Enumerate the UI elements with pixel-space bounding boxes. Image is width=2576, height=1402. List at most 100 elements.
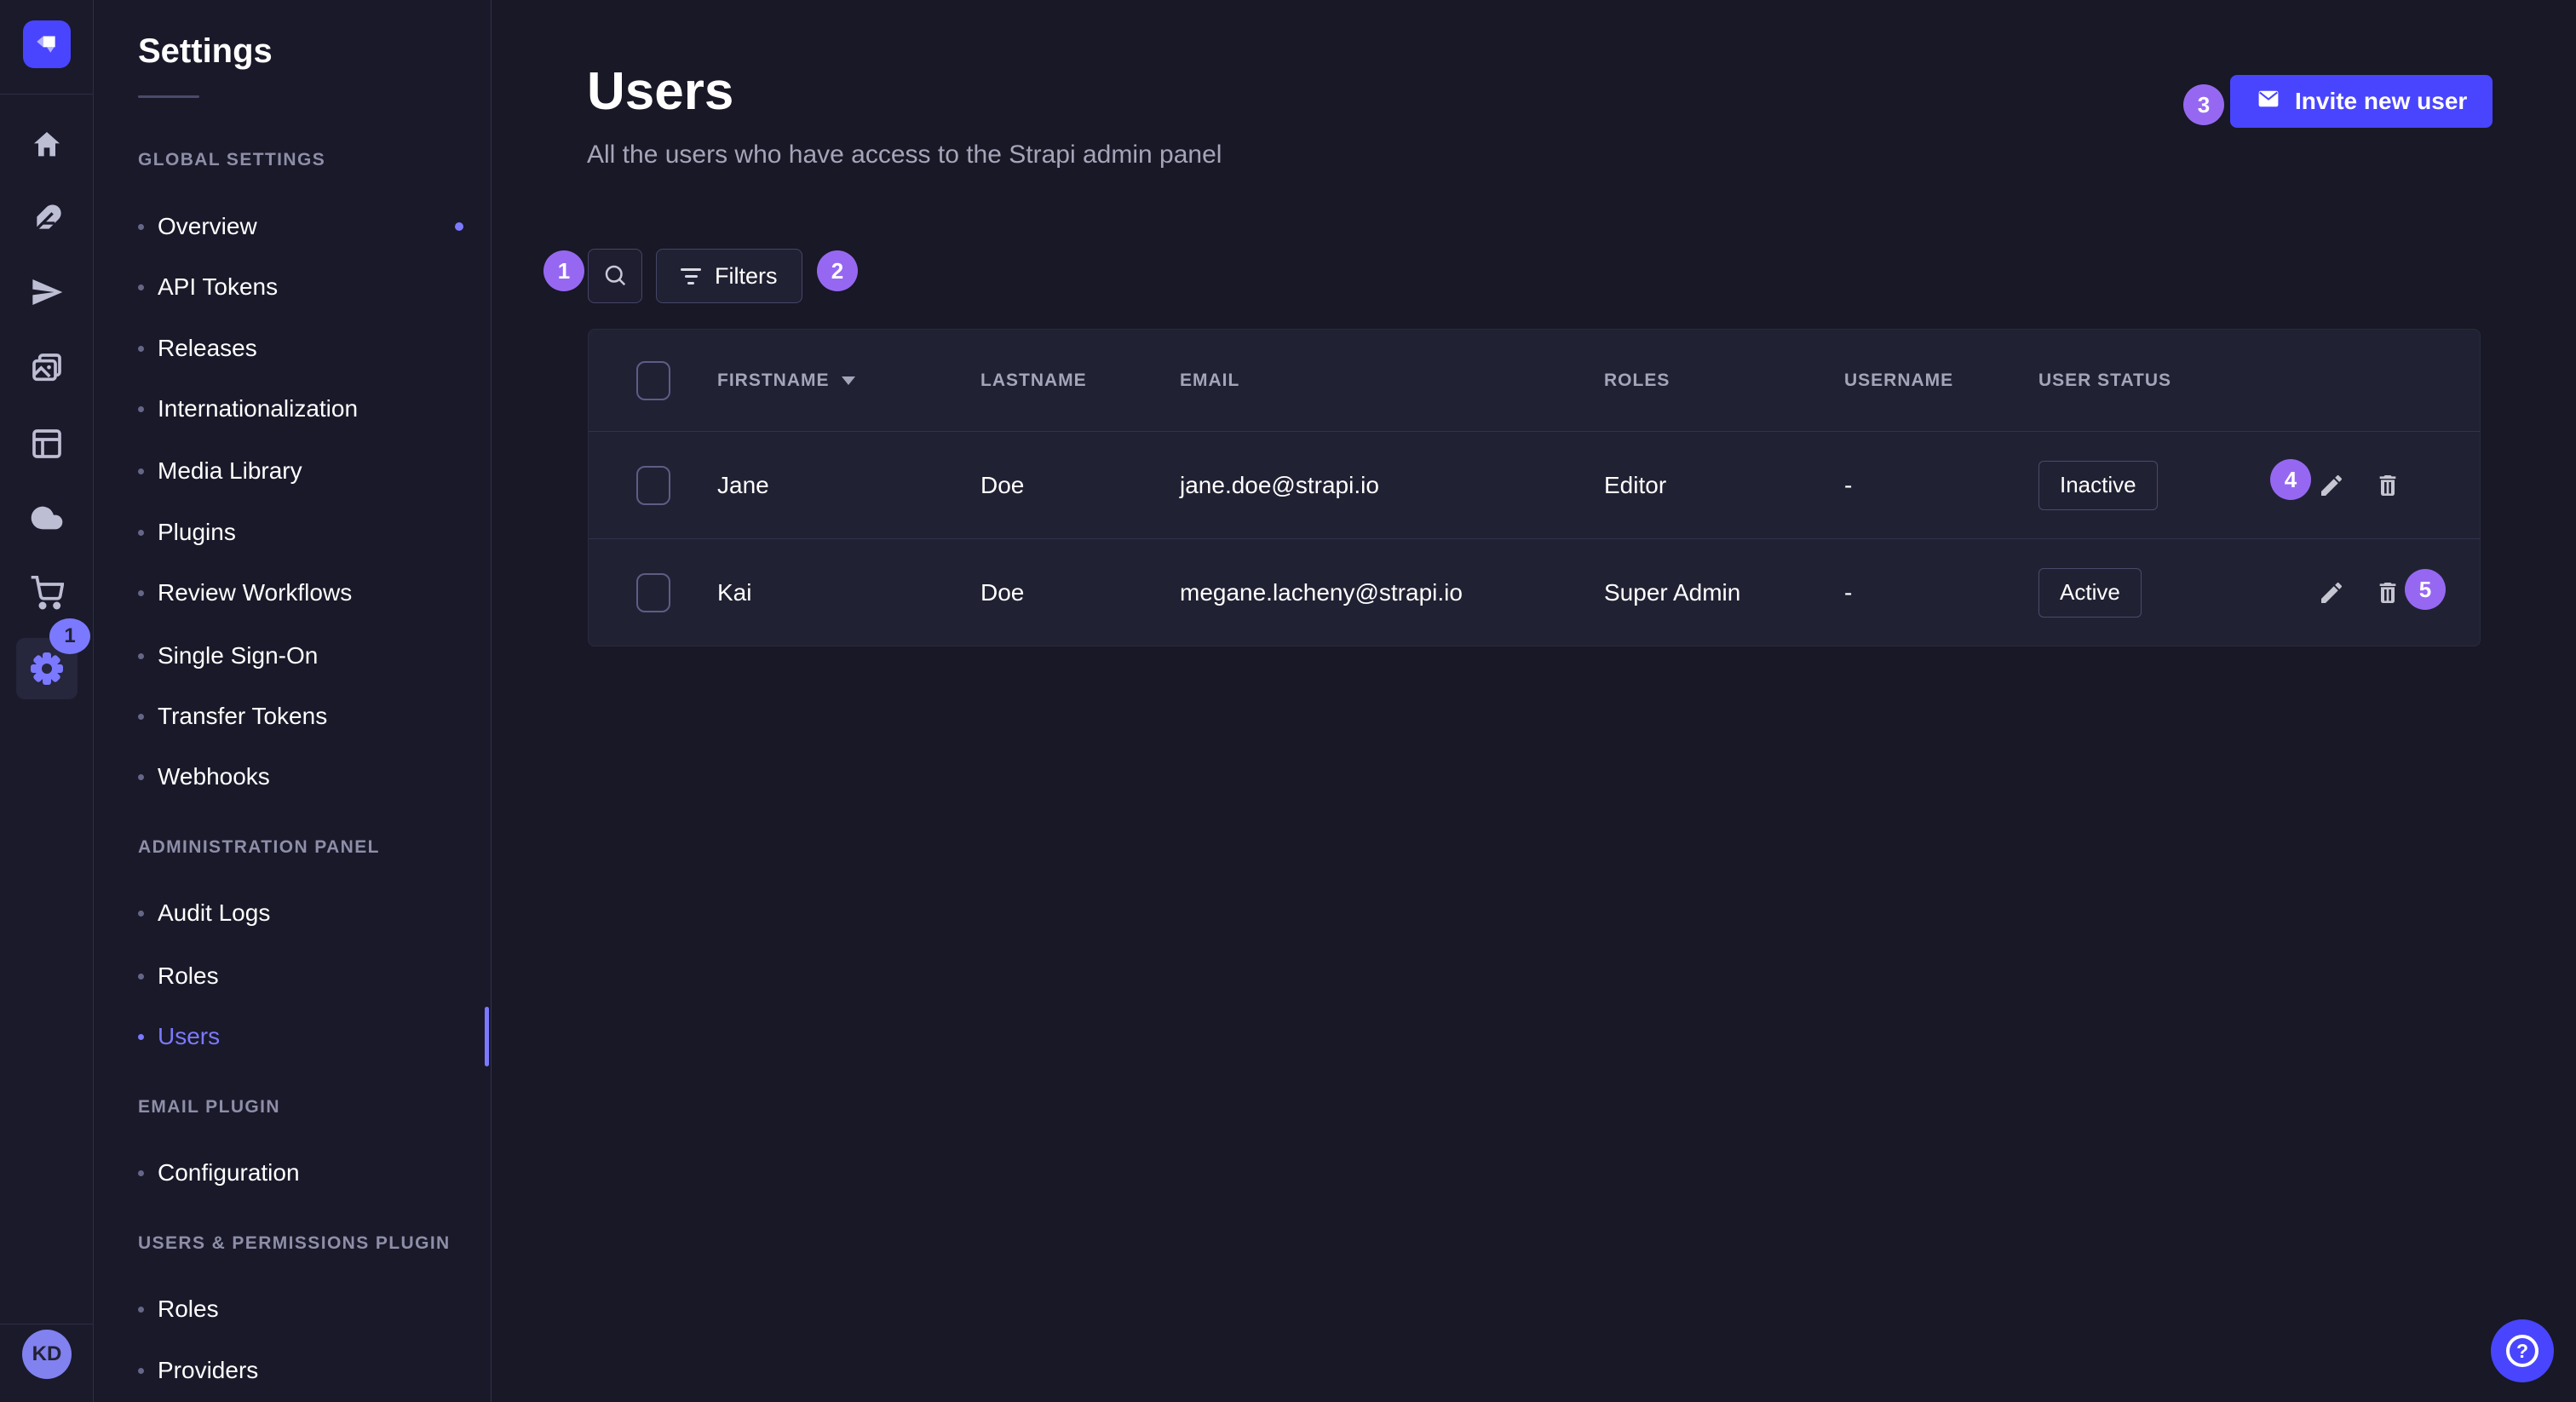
sidebar-item-media-library[interactable]: Media Library [138,457,302,485]
paper-plane-icon[interactable] [30,275,64,309]
search-button[interactable] [588,249,642,303]
column-header-email[interactable]: EMAIL [1180,371,1604,391]
sidebar-title: Settings [138,32,273,71]
sidebar-item-label: Users [158,1023,220,1050]
bullet-icon [138,1368,144,1374]
cell-firstname: Kai [717,579,980,606]
column-header-lastname[interactable]: LASTNAME [980,371,1180,391]
annotation-badge-4: 4 [2270,459,2311,500]
sidebar-item-review-workflows[interactable]: Review Workflows [138,579,352,606]
strapi-logo-icon [34,30,60,60]
section-header-administration-panel: ADMINISTRATION PANEL [138,837,380,858]
edit-pencil-icon[interactable] [2318,472,2345,499]
invite-new-user-button[interactable]: Invite new user [2230,75,2493,128]
bullet-icon [138,1034,144,1040]
annotation-badge-2: 2 [817,250,858,291]
filters-button-label: Filters [715,263,778,290]
cell-lastname: Doe [980,472,1180,499]
cell-email: jane.doe@strapi.io [1180,472,1604,499]
layout-icon[interactable] [30,427,64,461]
active-item-indicator [485,1007,489,1066]
strapi-logo[interactable] [23,20,71,68]
bullet-icon [138,974,144,980]
bullet-icon [138,346,144,352]
settings-gear-icon [30,652,64,686]
cell-username: - [1844,579,2038,606]
sidebar-item-up-roles[interactable]: Roles [138,1296,219,1323]
sidebar-item-label: API Tokens [158,273,278,301]
sidebar-item-label: Overview [158,213,257,240]
sidebar-item-audit-logs[interactable]: Audit Logs [138,899,270,927]
home-icon[interactable] [30,128,64,162]
invite-button-label: Invite new user [2295,88,2467,115]
delete-trash-icon[interactable] [2374,579,2401,606]
media-images-icon[interactable] [30,351,64,385]
select-all-checkbox[interactable] [636,361,670,400]
sidebar-item-label: Providers [158,1357,258,1384]
status-badge: Active [2038,568,2142,618]
filters-button[interactable]: Filters [656,249,802,303]
users-table: FIRSTNAME LASTNAME EMAIL ROLES USERNAME … [588,329,2481,646]
sidebar-item-label: Configuration [158,1159,300,1187]
page-title: Users [587,61,733,122]
bullet-icon [138,714,144,720]
sidebar-item-internationalization[interactable]: Internationalization [138,395,358,422]
bullet-icon [138,406,144,412]
sidebar-item-users[interactable]: Users [138,1023,220,1050]
bullet-icon [138,224,144,230]
cell-roles: Editor [1604,472,1844,499]
sidebar-item-configuration[interactable]: Configuration [138,1159,300,1187]
cloud-icon[interactable] [30,501,64,535]
bullet-icon [138,284,144,290]
settings-sidebar: Settings GLOBAL SETTINGS Overview API To… [95,0,492,1402]
rail-divider-top [0,94,94,95]
column-header-roles[interactable]: ROLES [1604,371,1844,391]
edit-pencil-icon[interactable] [2318,579,2345,606]
column-header-user-status[interactable]: USER STATUS [2038,371,2294,391]
table-row[interactable]: Jane Doe jane.doe@strapi.io Editor - Ina… [589,431,2480,538]
sidebar-item-label: Review Workflows [158,579,352,606]
column-label: EMAIL [1180,371,1239,391]
help-button[interactable]: ? [2491,1319,2554,1382]
sidebar-item-label: Audit Logs [158,899,270,927]
sidebar-item-label: Single Sign-On [158,642,318,669]
column-header-username[interactable]: USERNAME [1844,371,2038,391]
cell-lastname: Doe [980,579,1180,606]
cell-email: megane.lacheny@strapi.io [1180,579,1604,606]
cell-username: - [1844,472,2038,499]
bullet-icon [138,1170,144,1176]
settings-notification-badge: 1 [49,618,90,654]
sidebar-item-overview[interactable]: Overview [138,213,257,240]
row-checkbox[interactable] [636,466,670,505]
sidebar-item-transfer-tokens[interactable]: Transfer Tokens [138,703,327,730]
sidebar-item-label: Webhooks [158,763,270,790]
cell-firstname: Jane [717,472,980,499]
sidebar-item-label: Roles [158,962,219,990]
table-row[interactable]: Kai Doe megane.lacheny@strapi.io Super A… [589,538,2480,646]
sidebar-item-providers[interactable]: Providers [138,1357,258,1384]
sidebar-item-releases[interactable]: Releases [138,335,257,362]
section-header-users-permissions-plugin: USERS & PERMISSIONS PLUGIN [138,1233,451,1254]
sidebar-item-webhooks[interactable]: Webhooks [138,763,270,790]
sidebar-item-single-sign-on[interactable]: Single Sign-On [138,642,318,669]
user-avatar[interactable]: KD [22,1330,72,1379]
bullet-icon [138,1307,144,1313]
sidebar-item-admin-roles[interactable]: Roles [138,962,219,990]
column-header-firstname[interactable]: FIRSTNAME [717,371,980,391]
bullet-icon [138,530,144,536]
table-header-row: FIRSTNAME LASTNAME EMAIL ROLES USERNAME … [589,330,2480,431]
bullet-icon [138,653,144,659]
annotation-badge-1: 1 [543,250,584,291]
sidebar-item-label: Media Library [158,457,302,485]
bullet-icon [138,774,144,780]
sidebar-item-label: Transfer Tokens [158,703,327,730]
row-checkbox[interactable] [636,573,670,612]
shopping-cart-icon[interactable] [30,576,64,610]
sidebar-item-label: Internationalization [158,395,358,422]
sidebar-item-plugins[interactable]: Plugins [138,519,236,546]
feather-icon[interactable] [30,202,64,236]
delete-trash-icon[interactable] [2374,472,2401,499]
sidebar-item-api-tokens[interactable]: API Tokens [138,273,278,301]
annotation-badge-3: 3 [2183,84,2224,125]
app-icon-rail: 1 KD [0,0,94,1402]
